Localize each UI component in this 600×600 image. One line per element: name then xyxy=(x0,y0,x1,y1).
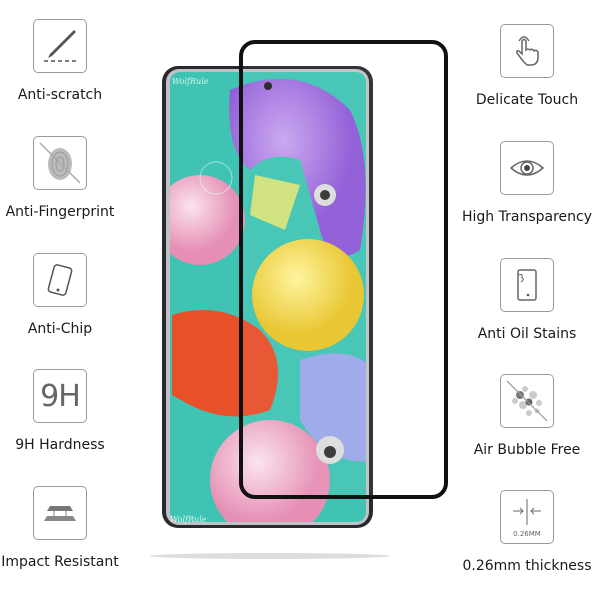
feature-thickness: 0.26MM 0.26mm thickness xyxy=(452,490,600,574)
feature-label: 0.26mm thickness xyxy=(462,558,592,574)
feature-label: Air Bubble Free xyxy=(473,442,581,458)
feature-label: High Transparency xyxy=(461,209,592,225)
feature-impact-resistant: Impact Resistant xyxy=(0,486,135,570)
feature-air-bubble-free: Air Bubble Free xyxy=(452,374,600,458)
phone-stain-icon xyxy=(500,258,554,312)
feature-label: Anti Oil Stains xyxy=(477,326,577,342)
eye-icon xyxy=(500,141,554,195)
feature-label: Delicate Touch xyxy=(475,92,579,108)
feature-label: 9H Hardness xyxy=(15,437,105,453)
thickness-value: 0.26MM xyxy=(513,530,541,538)
feature-anti-oil-stains: Anti Oil Stains xyxy=(452,258,600,342)
feature-label: Anti-Chip xyxy=(27,321,93,337)
feature-9h-hardness: 9H 9H Hardness xyxy=(0,369,135,453)
feature-anti-scratch: Anti-scratch xyxy=(0,19,135,103)
bubbles-crossed-icon xyxy=(500,374,554,428)
tilted-phone-icon xyxy=(33,253,87,307)
feature-delicate-touch: Delicate Touch xyxy=(452,24,600,108)
layers-icon xyxy=(33,486,87,540)
feature-label: Impact Resistant xyxy=(1,554,119,570)
thickness-icon: 0.26MM xyxy=(500,490,554,544)
feature-high-transparency: High Transparency xyxy=(452,141,600,225)
watermark: WolfRule xyxy=(172,77,209,86)
feature-anti-chip: Anti-Chip xyxy=(0,253,135,337)
glass-protector xyxy=(239,40,448,499)
fingerprint-crossed-icon xyxy=(33,136,87,190)
9h-icon: 9H xyxy=(33,369,87,423)
touch-hand-icon xyxy=(500,24,554,78)
blade-scratch-icon xyxy=(33,19,87,73)
feature-label: Anti-scratch xyxy=(17,87,103,103)
watermark: WolfRule xyxy=(170,515,207,524)
feature-label: Anti-Fingerprint xyxy=(5,204,115,220)
feature-anti-fingerprint: Anti-Fingerprint xyxy=(0,136,135,220)
